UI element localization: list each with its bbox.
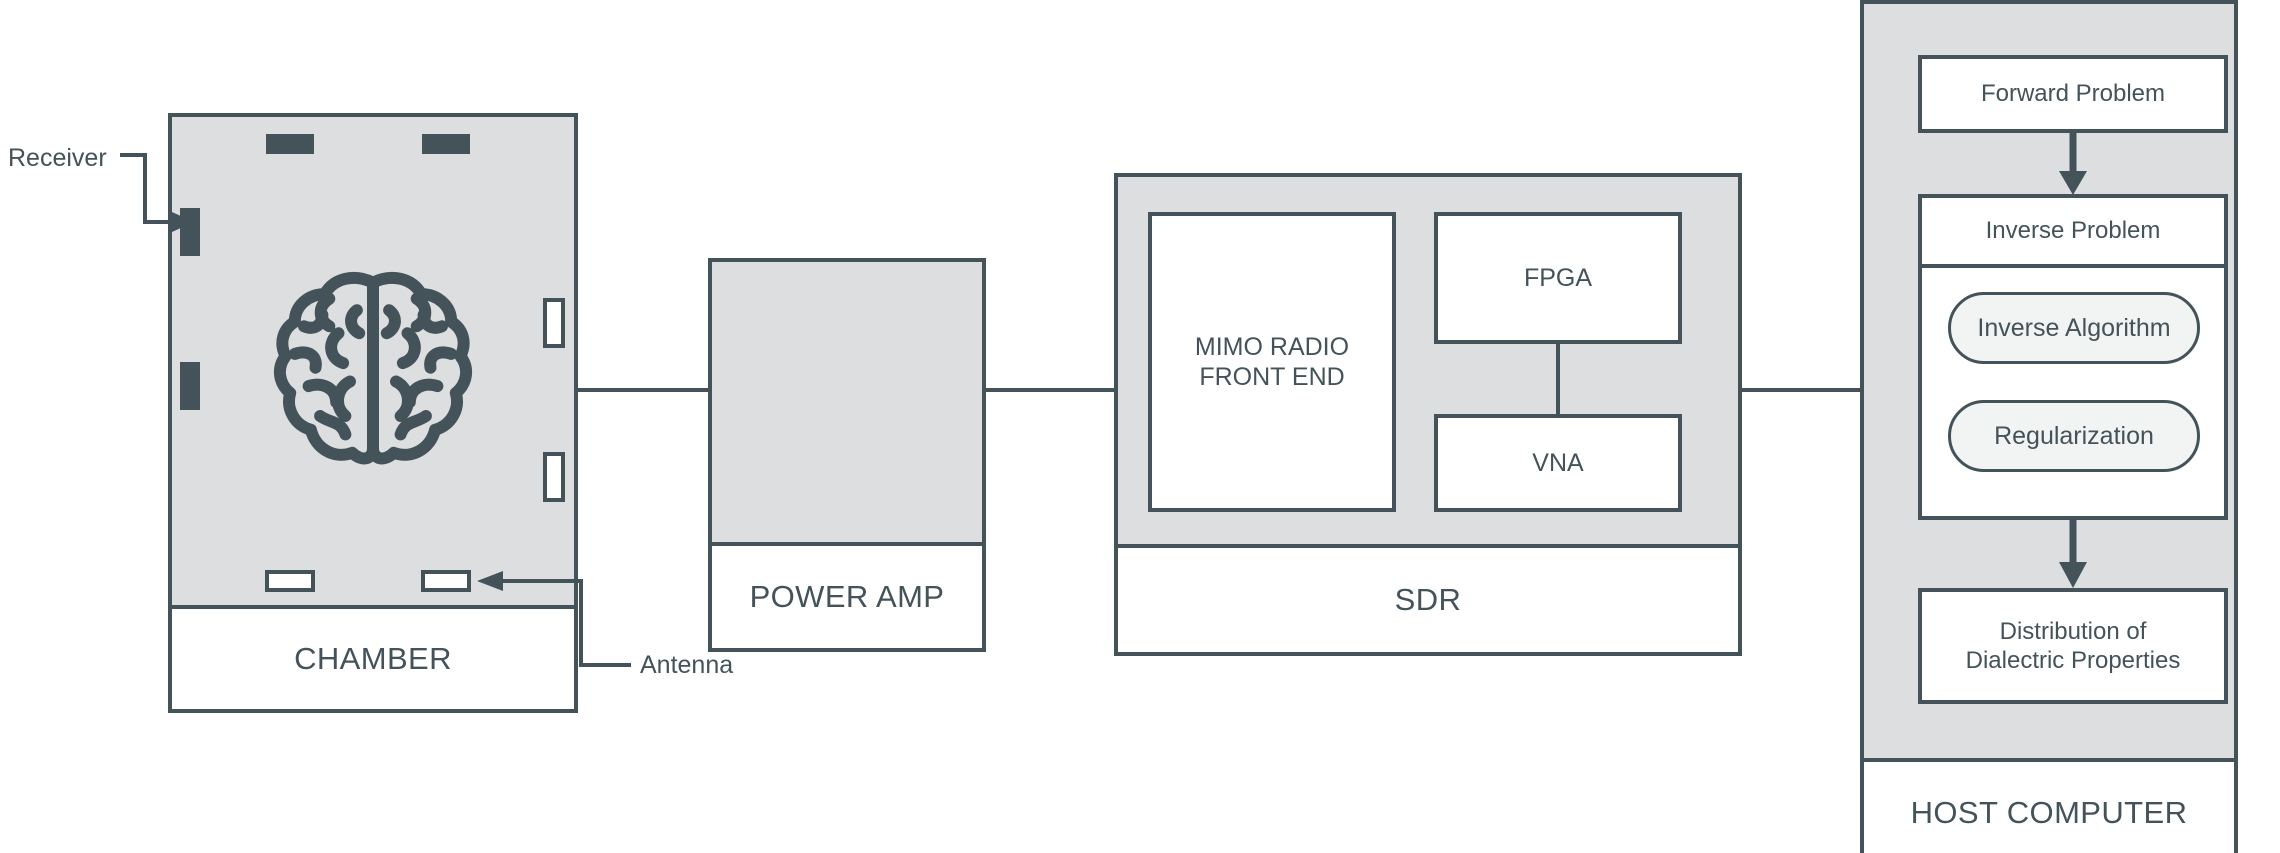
receiver-block-left-lower — [180, 362, 200, 410]
connector-chamber-to-power-amp — [576, 388, 708, 392]
sdr-block-fpga: FPGA — [1434, 212, 1682, 344]
sdr-block-vna: VNA — [1434, 414, 1682, 512]
host-pill-regularization: Regularization — [1948, 400, 2200, 472]
arrow-forward-to-inverse — [2053, 133, 2093, 197]
connector-fpga-to-vna — [1556, 340, 1560, 418]
connector-power-amp-to-sdr — [984, 388, 1116, 392]
antenna-callout-leader — [463, 569, 633, 679]
host-forward-problem-label: Forward Problem — [1980, 80, 2166, 108]
host-output-line2: Dialectric Properties — [1965, 647, 2181, 674]
brain-icon — [258, 255, 488, 485]
power-amp-caption-box: POWER AMP — [708, 542, 986, 652]
receiver-block-top-right — [422, 134, 470, 154]
sdr-block-vna-label: VNA — [1532, 448, 1584, 477]
sdr-caption: SDR — [1394, 582, 1462, 618]
arrow-inverse-to-output — [2053, 520, 2093, 590]
antenna-callout-label: Antenna — [640, 651, 734, 679]
host-pill-inverse-algorithm: Inverse Algorithm — [1948, 292, 2200, 364]
diagram-canvas: CHAMBER Receiver Antenna POWER AMP MIMO … — [0, 0, 2280, 853]
sdr-block-mimo-line1: MIMO RADIO — [1194, 332, 1350, 361]
host-computer-caption: HOST COMPUTER — [1910, 795, 2188, 831]
sdr-caption-box: SDR — [1114, 544, 1742, 656]
sdr-block-fpga-label: FPGA — [1523, 263, 1593, 292]
host-computer-caption-box: HOST COMPUTER — [1860, 758, 2238, 853]
receiver-callout-leader — [120, 150, 210, 240]
host-pill-inverse-algorithm-label: Inverse Algorithm — [1977, 313, 2171, 342]
connector-sdr-to-host-computer — [1740, 388, 1862, 392]
receiver-callout-label: Receiver — [8, 144, 107, 172]
host-pill-regularization-label: Regularization — [1994, 421, 2154, 450]
receiver-block-top-left — [266, 134, 314, 154]
antenna-block-right-upper — [543, 298, 565, 348]
power-amp-body — [708, 258, 986, 546]
host-inverse-problem-label-strip: Inverse Problem — [1922, 198, 2224, 268]
host-inverse-problem-label: Inverse Problem — [1985, 217, 2161, 245]
antenna-block-right-lower — [543, 452, 565, 502]
sdr-block-mimo-line2: FRONT END — [1199, 363, 1345, 391]
host-output-box: Distribution of Dialectric Properties — [1918, 588, 2228, 704]
host-forward-problem-box: Forward Problem — [1918, 55, 2228, 133]
host-output-line1: Distribution of — [1999, 617, 2147, 645]
chamber-caption: CHAMBER — [294, 641, 452, 677]
antenna-block-bottom-left — [265, 570, 315, 592]
power-amp-caption: POWER AMP — [749, 579, 945, 615]
sdr-block-mimo: MIMO RADIO FRONT END — [1148, 212, 1396, 512]
